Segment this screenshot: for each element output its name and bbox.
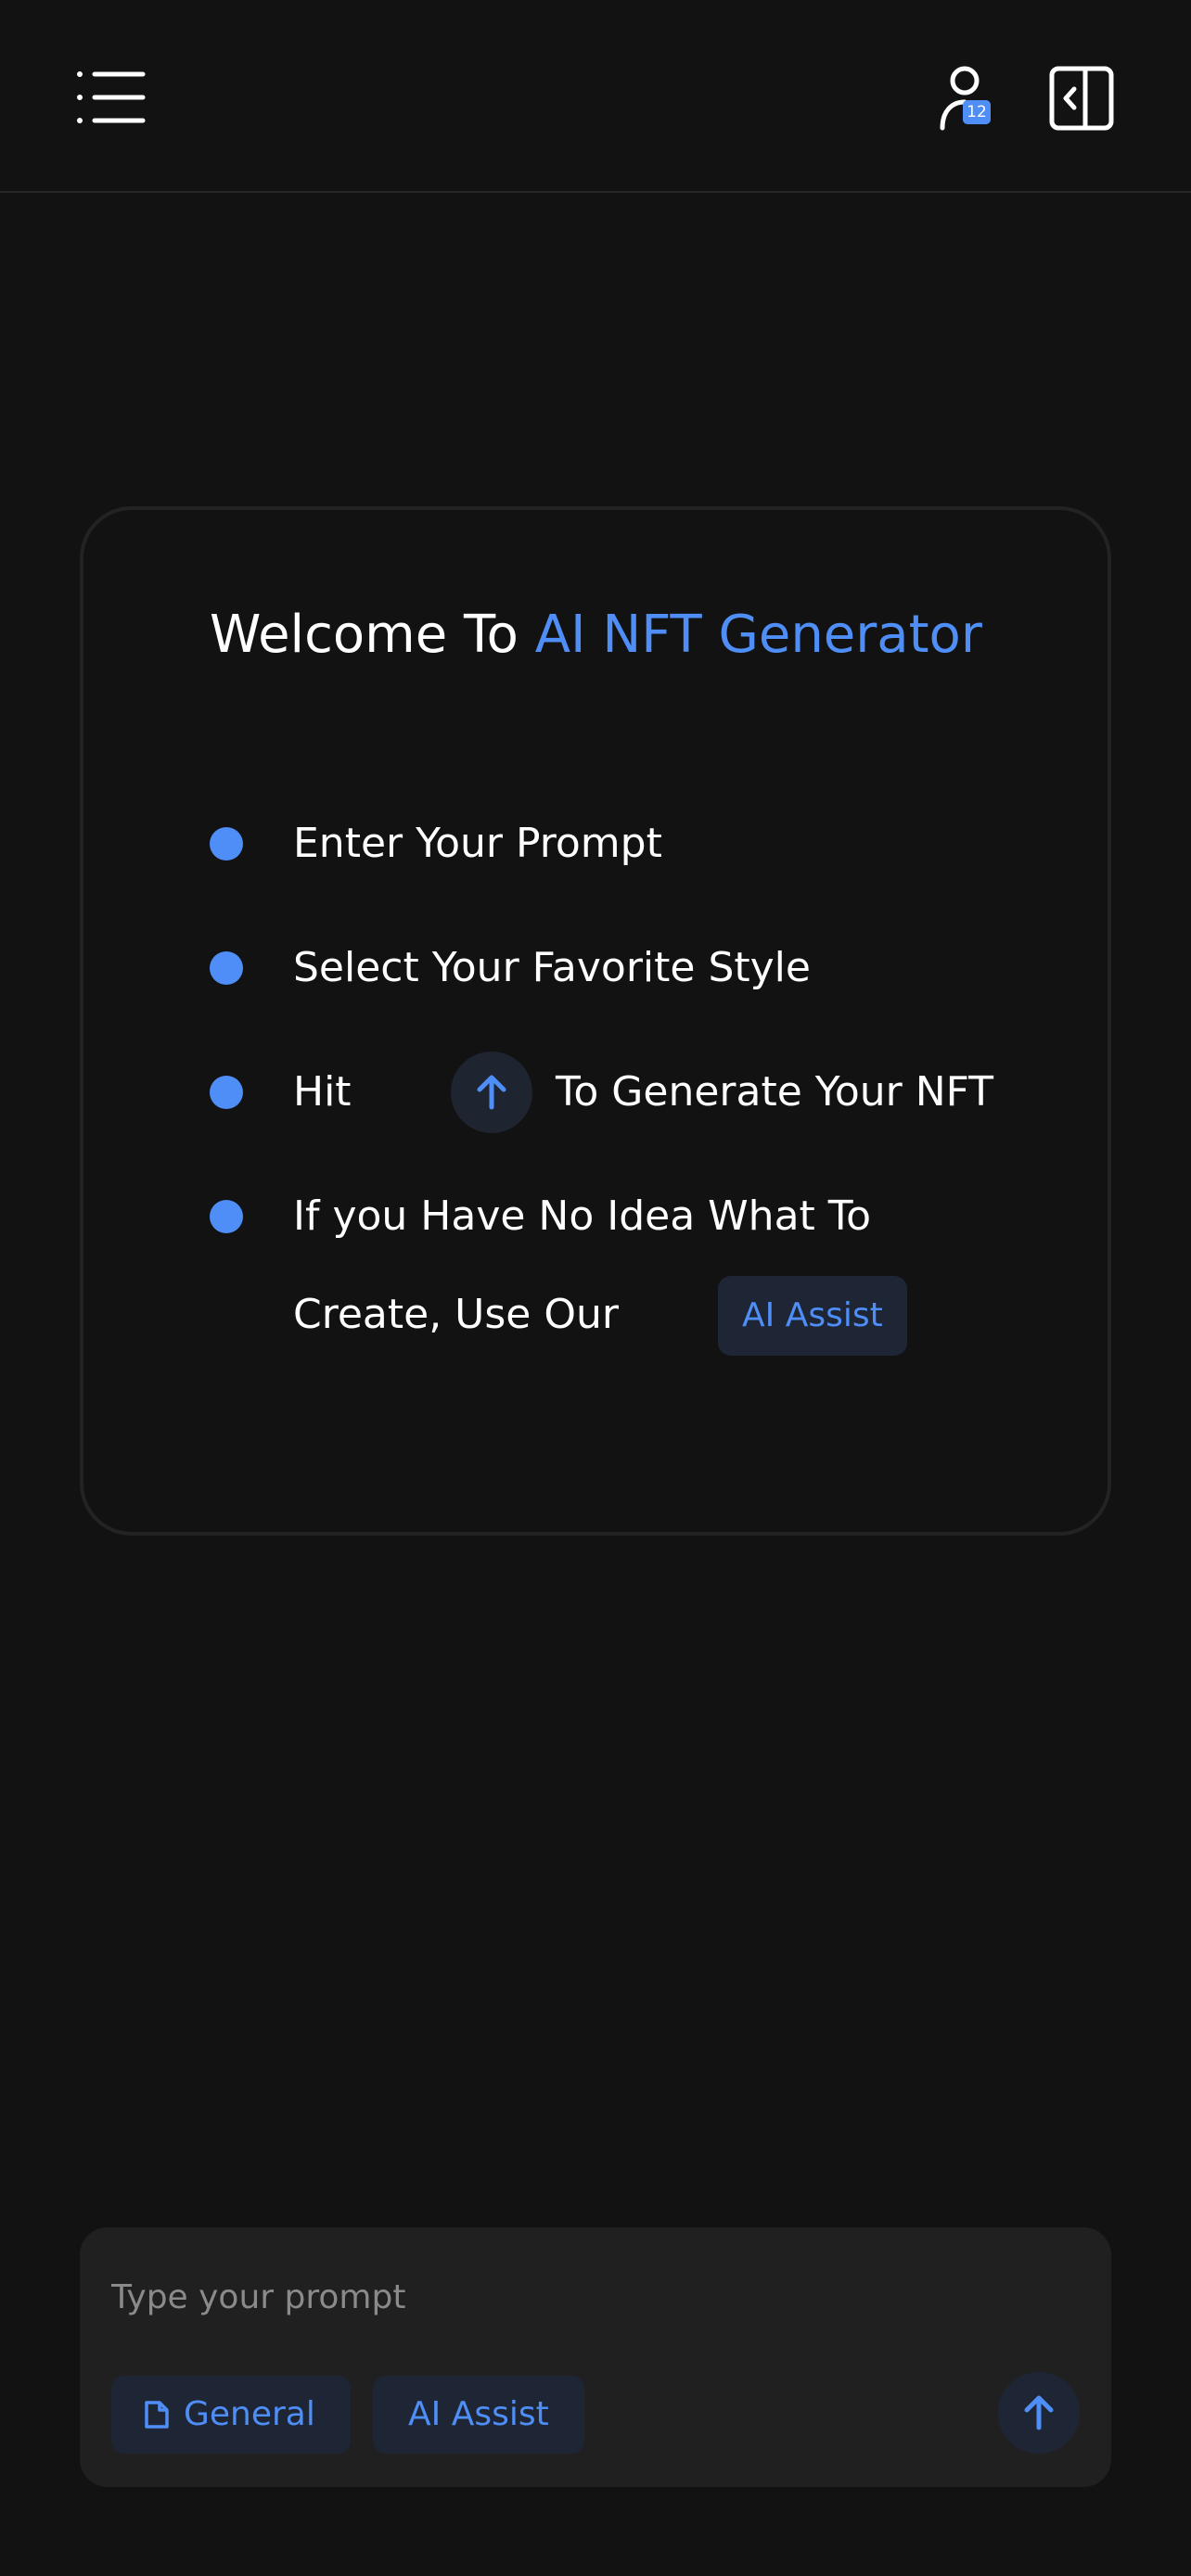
- step-text-before: Hit: [293, 1068, 352, 1116]
- step-bullet: [210, 827, 243, 861]
- app-root: 12 Welcome To AI NFT Generator Enter You…: [0, 0, 1191, 2576]
- top-bar: 12: [0, 0, 1191, 193]
- document-icon: [145, 2401, 169, 2429]
- welcome-title-prefix: Welcome To: [210, 605, 535, 665]
- welcome-card: Welcome To AI NFT Generator Enter Your P…: [80, 506, 1111, 1536]
- user-icon: [940, 66, 980, 131]
- style-general-button[interactable]: General: [111, 2376, 351, 2454]
- step-bullet: [210, 951, 243, 985]
- sidebar-collapse-icon: [1049, 66, 1114, 131]
- step-bullet: [210, 1200, 243, 1233]
- generate-send-button[interactable]: [998, 2372, 1080, 2454]
- step-text-line2: Create, Use Our: [293, 1291, 619, 1338]
- step-enter-prompt: Enter Your Prompt: [210, 818, 1044, 870]
- credits-badge: 12: [963, 100, 991, 124]
- step-select-style: Select Your Favorite Style: [210, 942, 1044, 994]
- ai-assist-chip[interactable]: AI Assist: [718, 1276, 907, 1356]
- step-text: Enter Your Prompt: [293, 820, 662, 867]
- step-text-after: To Generate Your NFT: [556, 1068, 994, 1116]
- inline-send-icon-badge: [451, 1052, 532, 1133]
- welcome-title-app-name: AI NFT Generator: [534, 605, 982, 665]
- ai-assist-label: AI Assist: [408, 2395, 549, 2433]
- step-text: Select Your Favorite Style: [293, 944, 811, 991]
- user-account-button[interactable]: 12: [928, 61, 1002, 135]
- step-text-line1: If you Have No Idea What To: [293, 1192, 872, 1240]
- step-bullet: [210, 1076, 243, 1109]
- arrow-up-icon: [477, 1075, 506, 1110]
- step-hit-generate: Hit To Generate Your NFT: [210, 1052, 1044, 1133]
- arrow-up-icon: [1024, 2395, 1054, 2430]
- welcome-title: Welcome To AI NFT Generator: [210, 603, 982, 668]
- style-general-label: General: [184, 2395, 315, 2433]
- step-ai-assist-hint: If you Have No Idea What To Create, Use …: [210, 1191, 1044, 1356]
- menu-button[interactable]: [74, 65, 148, 130]
- prompt-composer: General AI Assist: [80, 2227, 1111, 2487]
- menu-icon: [77, 71, 146, 123]
- sidebar-toggle-button[interactable]: [1048, 65, 1115, 132]
- ai-assist-button[interactable]: AI Assist: [373, 2376, 584, 2454]
- prompt-input[interactable]: [111, 2264, 1076, 2329]
